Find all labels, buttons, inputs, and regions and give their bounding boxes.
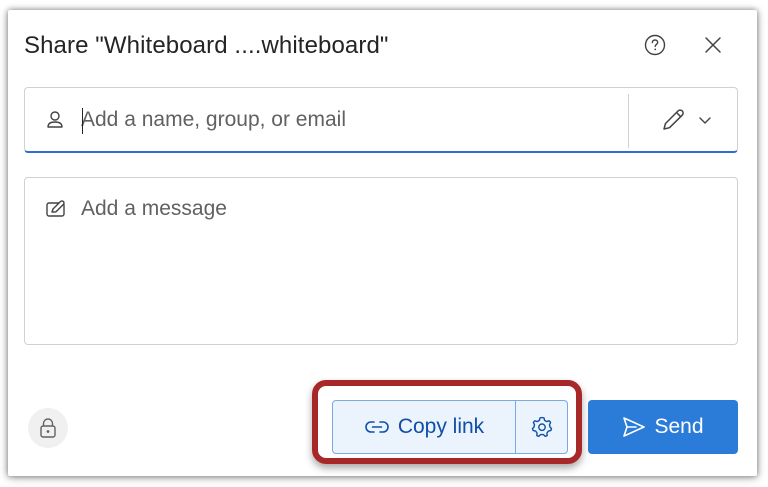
send-icon <box>623 417 646 437</box>
close-button[interactable] <box>698 30 728 60</box>
pencil-icon <box>663 109 684 130</box>
edit-message-icon <box>46 200 65 217</box>
close-icon <box>705 37 721 53</box>
gear-icon <box>531 416 552 438</box>
share-dialog: Share "Whiteboard ....whiteboard" Add a … <box>8 10 757 476</box>
help-button[interactable] <box>640 30 670 60</box>
link-icon <box>365 421 389 433</box>
link-lock-button[interactable] <box>28 408 68 448</box>
send-button[interactable]: Send <box>588 400 738 454</box>
question-circle-icon <box>644 34 666 56</box>
person-icon <box>47 111 63 128</box>
recipient-field <box>24 87 738 153</box>
permission-dropdown-button[interactable] <box>641 98 731 142</box>
permission-divider <box>628 94 629 148</box>
copy-link-button[interactable]: Copy link <box>333 401 515 453</box>
lock-icon <box>40 418 56 438</box>
text-caret <box>82 108 83 134</box>
link-settings-button[interactable] <box>516 401 567 453</box>
chevron-down-icon <box>699 117 711 124</box>
message-field <box>24 177 738 345</box>
message-input[interactable] <box>81 192 721 337</box>
send-label: Send <box>654 415 704 438</box>
copy-link-group: Copy link <box>332 400 568 454</box>
dialog-title: Share "Whiteboard ....whiteboard" <box>24 32 389 59</box>
recipient-input[interactable] <box>81 102 621 138</box>
copy-link-label: Copy link <box>397 415 485 438</box>
